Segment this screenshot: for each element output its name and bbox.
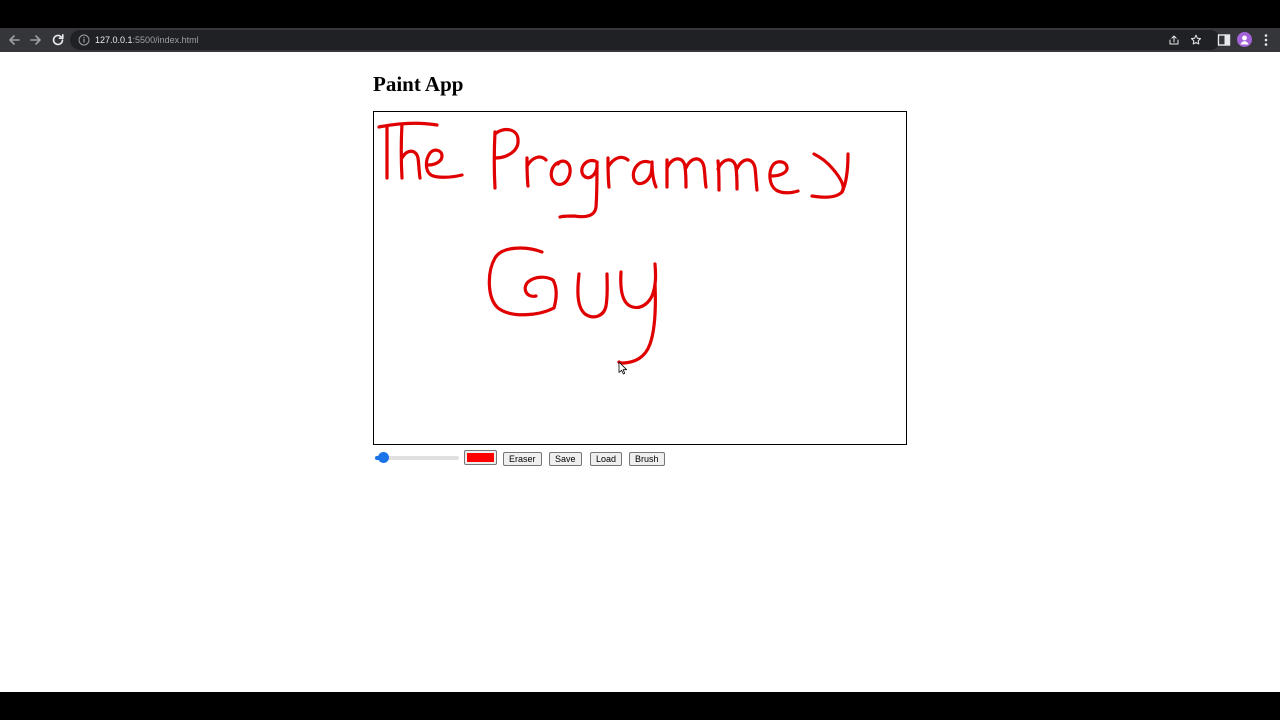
browser-toolbar: 127.0.0.1:5500/index.html	[0, 28, 1280, 52]
side-panel-icon[interactable]	[1216, 32, 1232, 48]
back-arrow-icon[interactable]	[6, 32, 22, 48]
bottom-letterbox-bar	[0, 692, 1280, 720]
color-swatch	[467, 453, 494, 462]
brush-button[interactable]: Brush	[629, 452, 665, 466]
page-title: Paint App	[373, 72, 464, 96]
save-button[interactable]: Save	[549, 452, 582, 466]
handwritten-drawing	[377, 121, 850, 365]
kebab-menu-icon[interactable]	[1260, 32, 1272, 48]
eraser-button[interactable]: Eraser	[503, 452, 542, 466]
drawing-canvas[interactable]	[373, 111, 907, 445]
reload-icon[interactable]	[50, 32, 66, 48]
address-bar[interactable]: 127.0.0.1:5500/index.html	[70, 30, 1220, 50]
load-button[interactable]: Load	[590, 452, 623, 466]
url-host: 127.0.0.1	[95, 35, 133, 45]
url-path: :5500/index.html	[132, 35, 199, 45]
color-picker[interactable]	[464, 450, 497, 465]
mouse-cursor-icon	[618, 361, 627, 375]
forward-arrow-icon[interactable]	[28, 32, 44, 48]
profile-icon[interactable]	[1237, 32, 1252, 47]
star-icon[interactable]	[1190, 34, 1202, 46]
url-text[interactable]: 127.0.0.1:5500/index.html	[95, 34, 199, 46]
top-letterbox-bar	[0, 0, 1280, 28]
brush-size-slider[interactable]	[375, 452, 459, 463]
info-icon[interactable]	[78, 34, 90, 46]
share-icon[interactable]	[1168, 34, 1180, 46]
slider-thumb[interactable]	[377, 452, 389, 463]
profile-avatar-glyph	[1240, 35, 1249, 45]
